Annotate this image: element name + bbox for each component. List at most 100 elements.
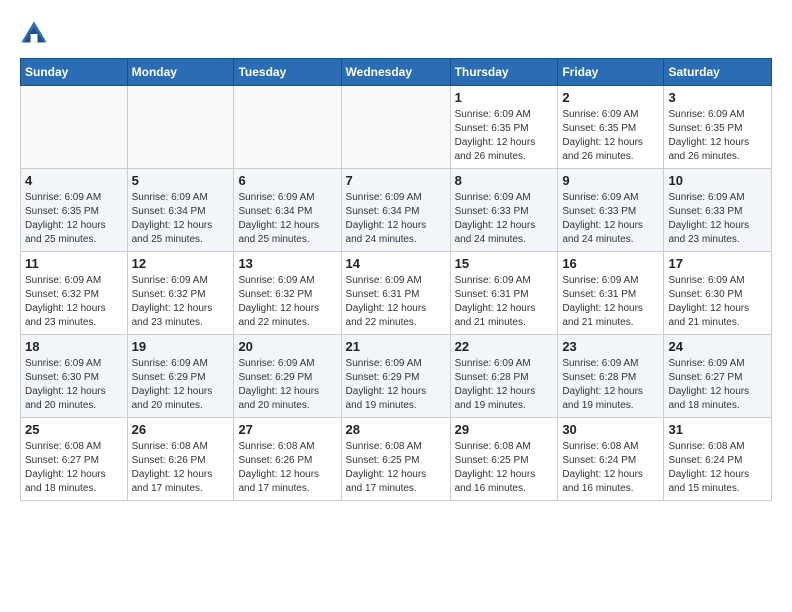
calendar-cell: 14Sunrise: 6:09 AM Sunset: 6:31 PM Dayli… bbox=[341, 252, 450, 335]
calendar-cell: 26 Sunrise: 6:08 AM Sunset: 6:26 PM Dayli… bbox=[127, 418, 234, 501]
day-number: 25 bbox=[25, 422, 123, 437]
logo-icon bbox=[20, 20, 48, 48]
day-number: 17 bbox=[668, 256, 767, 271]
calendar-cell: 22 Sunrise: 6:09 AM Sunset: 6:28 PM Dayli… bbox=[450, 335, 558, 418]
calendar-cell: 21 Sunrise: 6:09 AM Sunset: 6:29 PM Dayli… bbox=[341, 335, 450, 418]
day-info: Sunrise: 6:09 AM Sunset: 6:33 PM Dayligh… bbox=[562, 191, 659, 247]
day-number: 24 bbox=[668, 339, 767, 354]
calendar-cell: 20Sunrise: 6:09 AM Sunset: 6:29 PM Dayli… bbox=[234, 335, 341, 418]
day-info: Sunrise: 6:09 AM Sunset: 6:34 PM Dayligh… bbox=[238, 191, 336, 247]
day-number: 22 bbox=[455, 339, 554, 354]
day-of-week-header: Friday bbox=[558, 59, 664, 86]
day-info: Sunrise: 6:08 AM Sunset: 6:26 PM Dayligh… bbox=[238, 440, 336, 496]
calendar-cell: 15Sunrise: 6:09 AM Sunset: 6:31 PM Dayli… bbox=[450, 252, 558, 335]
day-info: Sunrise: 6:08 AM Sunset: 6:24 PM Dayligh… bbox=[562, 440, 659, 496]
day-info: Sunrise: 6:09 AM Sunset: 6:31 PM Dayligh… bbox=[455, 274, 554, 330]
day-number: 29 bbox=[455, 422, 554, 437]
calendar-cell bbox=[21, 86, 128, 169]
day-info: Sunrise: 6:09 AM Sunset: 6:32 PM Dayligh… bbox=[25, 274, 123, 330]
calendar-cell: 27 Sunrise: 6:08 AM Sunset: 6:26 PM Dayli… bbox=[234, 418, 341, 501]
calendar-cell: 2 Sunrise: 6:09 AM Sunset: 6:35 PM Daylig… bbox=[558, 86, 664, 169]
day-number: 8 bbox=[455, 173, 554, 188]
day-info: Sunrise: 6:09 AM Sunset: 6:30 PM Dayligh… bbox=[668, 274, 767, 330]
day-info: Sunrise: 6:09 AM Sunset: 6:29 PM Dayligh… bbox=[132, 357, 230, 413]
day-number: 19 bbox=[132, 339, 230, 354]
day-number: 9 bbox=[562, 173, 659, 188]
calendar-table: SundayMondayTuesdayWednesdayThursdayFrid… bbox=[20, 58, 772, 501]
calendar-cell: 29 Sunrise: 6:08 AM Sunset: 6:25 PM Dayli… bbox=[450, 418, 558, 501]
day-info: Sunrise: 6:08 AM Sunset: 6:26 PM Dayligh… bbox=[132, 440, 230, 496]
day-number: 28 bbox=[346, 422, 446, 437]
day-number: 7 bbox=[346, 173, 446, 188]
day-of-week-header: Sunday bbox=[21, 59, 128, 86]
day-number: 30 bbox=[562, 422, 659, 437]
day-info: Sunrise: 6:08 AM Sunset: 6:24 PM Dayligh… bbox=[668, 440, 767, 496]
calendar-week-row: 25Sunrise: 6:08 AM Sunset: 6:27 PM Dayli… bbox=[21, 418, 772, 501]
day-of-week-header: Saturday bbox=[664, 59, 772, 86]
day-of-week-header: Thursday bbox=[450, 59, 558, 86]
calendar-cell: 6 Sunrise: 6:09 AM Sunset: 6:34 PM Daylig… bbox=[234, 169, 341, 252]
calendar-cell: 1Sunrise: 6:09 AM Sunset: 6:35 PM Daylig… bbox=[450, 86, 558, 169]
day-info: Sunrise: 6:09 AM Sunset: 6:29 PM Dayligh… bbox=[346, 357, 446, 413]
day-of-week-header: Wednesday bbox=[341, 59, 450, 86]
day-info: Sunrise: 6:09 AM Sunset: 6:28 PM Dayligh… bbox=[562, 357, 659, 413]
day-number: 4 bbox=[25, 173, 123, 188]
day-number: 11 bbox=[25, 256, 123, 271]
calendar-week-row: 1Sunrise: 6:09 AM Sunset: 6:35 PM Daylig… bbox=[21, 86, 772, 169]
calendar-cell: 4 Sunrise: 6:09 AM Sunset: 6:35 PM Daylig… bbox=[21, 169, 128, 252]
calendar-cell: 30 Sunrise: 6:08 AM Sunset: 6:24 PM Dayli… bbox=[558, 418, 664, 501]
day-number: 10 bbox=[668, 173, 767, 188]
calendar-cell: 13Sunrise: 6:09 AM Sunset: 6:32 PM Dayli… bbox=[234, 252, 341, 335]
calendar-cell: 7 Sunrise: 6:09 AM Sunset: 6:34 PM Daylig… bbox=[341, 169, 450, 252]
logo bbox=[20, 20, 52, 48]
calendar-week-row: 4 Sunrise: 6:09 AM Sunset: 6:35 PM Daylig… bbox=[21, 169, 772, 252]
day-number: 23 bbox=[562, 339, 659, 354]
calendar-cell bbox=[341, 86, 450, 169]
calendar-cell: 12 Sunrise: 6:09 AM Sunset: 6:32 PM Dayli… bbox=[127, 252, 234, 335]
calendar-cell: 16 Sunrise: 6:09 AM Sunset: 6:31 PM Dayli… bbox=[558, 252, 664, 335]
calendar-cell: 19 Sunrise: 6:09 AM Sunset: 6:29 PM Dayli… bbox=[127, 335, 234, 418]
day-info: Sunrise: 6:09 AM Sunset: 6:35 PM Dayligh… bbox=[668, 108, 767, 164]
day-number: 2 bbox=[562, 90, 659, 105]
day-info: Sunrise: 6:08 AM Sunset: 6:25 PM Dayligh… bbox=[455, 440, 554, 496]
day-info: Sunrise: 6:08 AM Sunset: 6:25 PM Dayligh… bbox=[346, 440, 446, 496]
day-number: 26 bbox=[132, 422, 230, 437]
day-number: 12 bbox=[132, 256, 230, 271]
day-info: Sunrise: 6:09 AM Sunset: 6:29 PM Dayligh… bbox=[238, 357, 336, 413]
day-of-week-header: Tuesday bbox=[234, 59, 341, 86]
day-info: Sunrise: 6:09 AM Sunset: 6:34 PM Dayligh… bbox=[346, 191, 446, 247]
day-info: Sunrise: 6:09 AM Sunset: 6:33 PM Dayligh… bbox=[668, 191, 767, 247]
day-info: Sunrise: 6:09 AM Sunset: 6:27 PM Dayligh… bbox=[668, 357, 767, 413]
calendar-cell bbox=[234, 86, 341, 169]
day-info: Sunrise: 6:09 AM Sunset: 6:33 PM Dayligh… bbox=[455, 191, 554, 247]
calendar-cell: 5Sunrise: 6:09 AM Sunset: 6:34 PM Daylig… bbox=[127, 169, 234, 252]
calendar-cell bbox=[127, 86, 234, 169]
calendar-cell: 17 Sunrise: 6:09 AM Sunset: 6:30 PM Dayli… bbox=[664, 252, 772, 335]
calendar-cell: 23 Sunrise: 6:09 AM Sunset: 6:28 PM Dayli… bbox=[558, 335, 664, 418]
calendar-cell: 8 Sunrise: 6:09 AM Sunset: 6:33 PM Daylig… bbox=[450, 169, 558, 252]
page-header bbox=[20, 20, 772, 48]
day-number: 3 bbox=[668, 90, 767, 105]
calendar-cell: 18Sunrise: 6:09 AM Sunset: 6:30 PM Dayli… bbox=[21, 335, 128, 418]
calendar-cell: 31 Sunrise: 6:08 AM Sunset: 6:24 PM Dayli… bbox=[664, 418, 772, 501]
day-info: Sunrise: 6:09 AM Sunset: 6:28 PM Dayligh… bbox=[455, 357, 554, 413]
calendar-week-row: 18Sunrise: 6:09 AM Sunset: 6:30 PM Dayli… bbox=[21, 335, 772, 418]
day-number: 31 bbox=[668, 422, 767, 437]
calendar-cell: 25Sunrise: 6:08 AM Sunset: 6:27 PM Dayli… bbox=[21, 418, 128, 501]
day-info: Sunrise: 6:09 AM Sunset: 6:35 PM Dayligh… bbox=[25, 191, 123, 247]
day-number: 27 bbox=[238, 422, 336, 437]
day-number: 5 bbox=[132, 173, 230, 188]
day-number: 6 bbox=[238, 173, 336, 188]
day-number: 14 bbox=[346, 256, 446, 271]
day-info: Sunrise: 6:09 AM Sunset: 6:32 PM Dayligh… bbox=[132, 274, 230, 330]
day-info: Sunrise: 6:09 AM Sunset: 6:35 PM Dayligh… bbox=[562, 108, 659, 164]
calendar-week-row: 11 Sunrise: 6:09 AM Sunset: 6:32 PM Dayli… bbox=[21, 252, 772, 335]
day-number: 18 bbox=[25, 339, 123, 354]
day-number: 21 bbox=[346, 339, 446, 354]
day-info: Sunrise: 6:09 AM Sunset: 6:31 PM Dayligh… bbox=[562, 274, 659, 330]
day-number: 16 bbox=[562, 256, 659, 271]
calendar-cell: 28 Sunrise: 6:08 AM Sunset: 6:25 PM Dayli… bbox=[341, 418, 450, 501]
day-info: Sunrise: 6:09 AM Sunset: 6:35 PM Dayligh… bbox=[455, 108, 554, 164]
calendar-header-row: SundayMondayTuesdayWednesdayThursdayFrid… bbox=[21, 59, 772, 86]
calendar-cell: 9 Sunrise: 6:09 AM Sunset: 6:33 PM Daylig… bbox=[558, 169, 664, 252]
